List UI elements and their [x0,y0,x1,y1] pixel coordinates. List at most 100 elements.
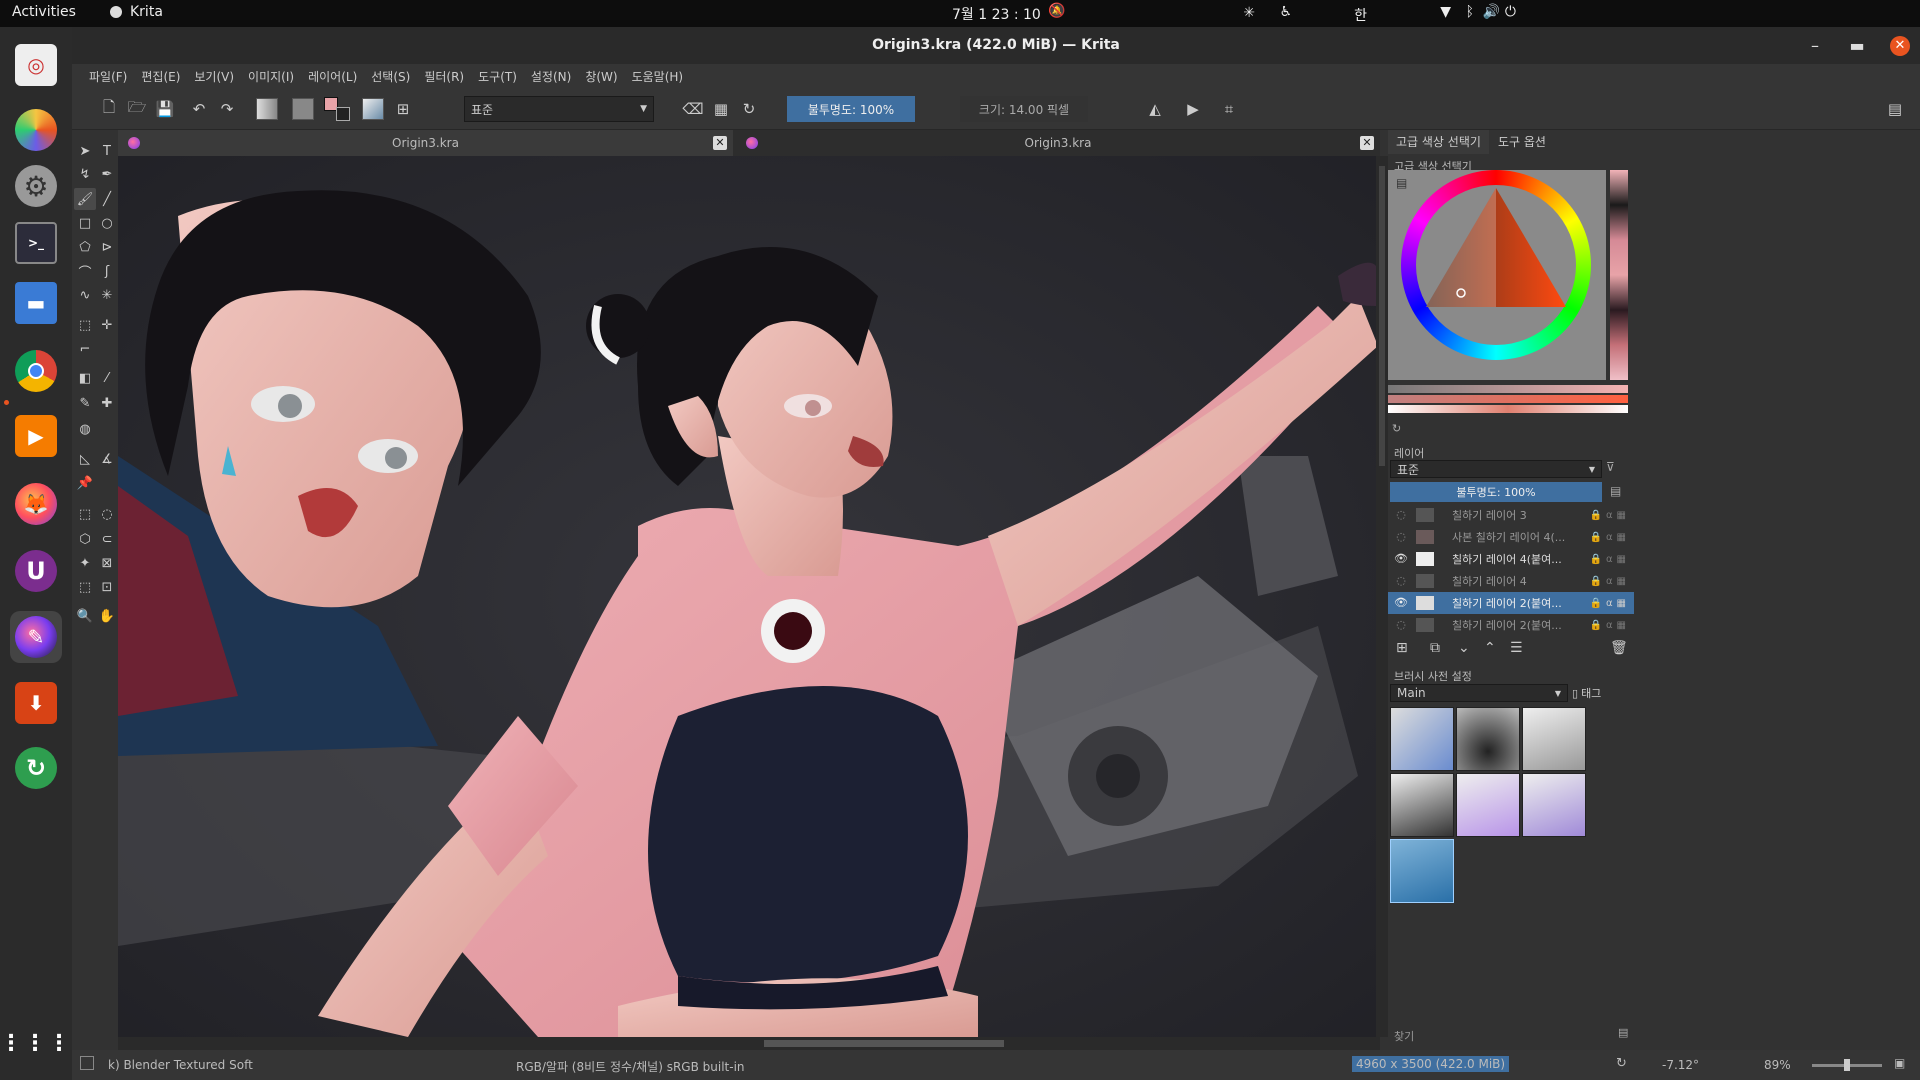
mirror-vertical-icon[interactable]: ▶ [1180,96,1206,122]
rotation-value[interactable]: -7.12° [1662,1058,1699,1072]
tab-document-2[interactable]: Origin3.kra ✕ [736,130,1380,156]
volume-icon[interactable]: 🔊 [1483,4,1500,20]
layer-row[interactable]: ◌ 칠하기 레이어 4 🔒α▦ [1388,570,1634,592]
ellipse-tool[interactable]: ○ [96,212,118,234]
rotation-reset-icon[interactable]: ↻ [1616,1056,1627,1071]
close-window-button[interactable]: ✕ [1890,35,1910,56]
menu-tools[interactable]: 도구(T) [471,68,524,85]
close-tab-icon[interactable]: ✕ [713,136,727,150]
layer-flags[interactable]: 🔒α▦ [1590,510,1631,521]
layer-flags[interactable]: 🔒α▦ [1590,532,1631,543]
drawing-canvas[interactable] [118,156,1376,1037]
toggle-docker-icon[interactable]: ▤ [1882,96,1908,122]
brush-preset-blender-textured-soft[interactable] [1390,839,1454,903]
color-picker-tool[interactable]: ⁄ [96,367,118,389]
fill-tool[interactable]: ◍ [74,418,96,440]
assistant-tool[interactable]: ◺ [74,448,96,470]
brush-tag-select[interactable]: Main ▼ [1390,684,1568,702]
power-icon[interactable]: ⏻ [1505,4,1516,20]
magnetic-selection-tool[interactable]: ⊡ [96,576,118,598]
contiguous-selection-tool[interactable]: ✦ [74,552,96,574]
dock-files[interactable]: ▬ [10,277,62,329]
polygon-tool[interactable]: ⬠ [74,236,96,258]
freehand-selection-tool[interactable]: ⊂ [96,528,118,550]
similar-selection-tool[interactable]: ⊠ [96,552,118,574]
visibility-on-icon[interactable]: 👁 [1394,596,1408,610]
layer-opacity-slider[interactable]: 불투명도: 100% [1390,482,1602,502]
preserve-alpha-icon[interactable]: ▦ [708,96,734,122]
calligraphy-tool[interactable]: ✒ [96,163,118,185]
dock-krita[interactable]: ✎ [10,611,62,663]
visibility-on-icon[interactable]: 👁 [1394,552,1408,566]
menu-filter[interactable]: 필터(R) [417,68,471,85]
reload-preset-icon[interactable]: ↻ [736,96,762,122]
dock-firefox[interactable]: 🦊 [10,478,62,530]
move-layer-up-icon[interactable]: ⌃ [1484,640,1496,656]
visibility-off-icon[interactable]: ◌ [1394,574,1408,588]
dock-app-1[interactable]: ◎ [10,39,62,91]
brush-indicator-icon[interactable] [80,1056,94,1070]
visibility-off-icon[interactable]: ◌ [1394,530,1408,544]
measure-tool[interactable]: ∡ [96,448,118,470]
brush-preset-watercolor[interactable] [1456,773,1520,837]
layer-row[interactable]: ◌ 칠하기 레이어 2(붙여... 🔒α▦ [1388,614,1634,636]
accessibility-icon[interactable]: ♿ [1279,4,1292,20]
saturation-value-triangle[interactable] [1401,170,1591,360]
elliptical-selection-tool[interactable]: ◌ [96,503,118,525]
wrap-around-icon[interactable]: ⌗ [1216,96,1242,122]
visibility-off-icon[interactable]: ◌ [1394,508,1408,522]
redo-icon[interactable]: ↷ [214,96,240,122]
fg-bg-color-swatch[interactable] [322,96,352,122]
menu-file[interactable]: 파일(F) [82,68,134,85]
line-tool[interactable]: ╱ [96,188,118,210]
delete-layer-icon[interactable]: 🗑 [1610,640,1628,656]
save-icon[interactable]: 💾 [152,96,178,122]
brush-preset-icon[interactable] [362,96,384,122]
menu-layer[interactable]: 레이어(L) [301,68,364,85]
colorize-mask-tool[interactable]: ✎ [74,392,96,414]
dock-app-2[interactable] [10,104,62,156]
gradient-swatch[interactable] [256,96,278,122]
zoom-tool[interactable]: 🔍 [74,605,96,627]
minimize-button[interactable]: – [1806,27,1824,64]
crop-tool[interactable]: ⌐ [74,338,96,360]
rectangular-selection-tool[interactable]: ⬚ [74,503,96,525]
value-sliders[interactable] [1388,385,1628,415]
polyline-tool[interactable]: ⊳ [96,236,118,258]
bezier-tool[interactable]: ⌒ [74,260,96,282]
menu-image[interactable]: 이미지(I) [241,68,301,85]
select-shapes-tool[interactable]: ➤ [74,140,96,162]
dock-settings[interactable]: ⚙ [10,160,62,212]
brush-settings-icon[interactable]: ▤ [1618,1026,1628,1039]
bezier-selection-tool[interactable]: ⬚ [74,576,96,598]
close-tab-icon[interactable]: ✕ [1360,136,1374,150]
menu-settings[interactable]: 설정(N) [524,68,578,85]
visibility-off-icon[interactable]: ◌ [1394,618,1408,632]
eraser-mode-icon[interactable]: ⌫ [680,96,706,122]
layer-flags[interactable]: 🔒α▦ [1590,598,1631,609]
transform-tool[interactable]: ⬚ [74,314,96,336]
move-layer-down-icon[interactable]: ⌄ [1458,640,1470,656]
mirror-horizontal-icon[interactable]: ◭ [1142,96,1168,122]
new-document-icon[interactable]: 🗋 [96,96,122,122]
menu-select[interactable]: 선택(S) [364,68,417,85]
workspace-icon[interactable]: ⊞ [390,96,416,122]
dock-update[interactable]: ↻ [10,742,62,794]
polygonal-selection-tool[interactable]: ⬡ [74,528,96,550]
brush-preset-oil[interactable] [1390,773,1454,837]
brush-preset-eraser[interactable] [1390,707,1454,771]
freehand-path-tool[interactable]: ʃ [96,260,118,282]
color-history-strip[interactable] [1610,170,1628,380]
layer-properties-icon[interactable]: ▤ [1610,484,1621,498]
menu-help[interactable]: 도움말(H) [625,68,691,85]
app-menu[interactable]: Krita [110,4,163,20]
gradient-tool[interactable]: ◧ [74,367,96,389]
wifi-icon[interactable]: ▼ [1440,4,1451,20]
layer-row[interactable]: ◌ 칠하기 레이어 3 🔒α▦ [1388,504,1634,526]
undo-icon[interactable]: ↶ [186,96,212,122]
dock-downloader[interactable]: ⬇ [10,677,62,729]
layer-blend-mode-select[interactable]: 표준 ▼ [1390,460,1602,478]
add-layer-icon[interactable]: ⊞ [1396,640,1408,656]
vertical-scroll-thumb[interactable] [1379,166,1385,466]
opacity-slider[interactable]: 불투명도: 100% [787,96,915,122]
